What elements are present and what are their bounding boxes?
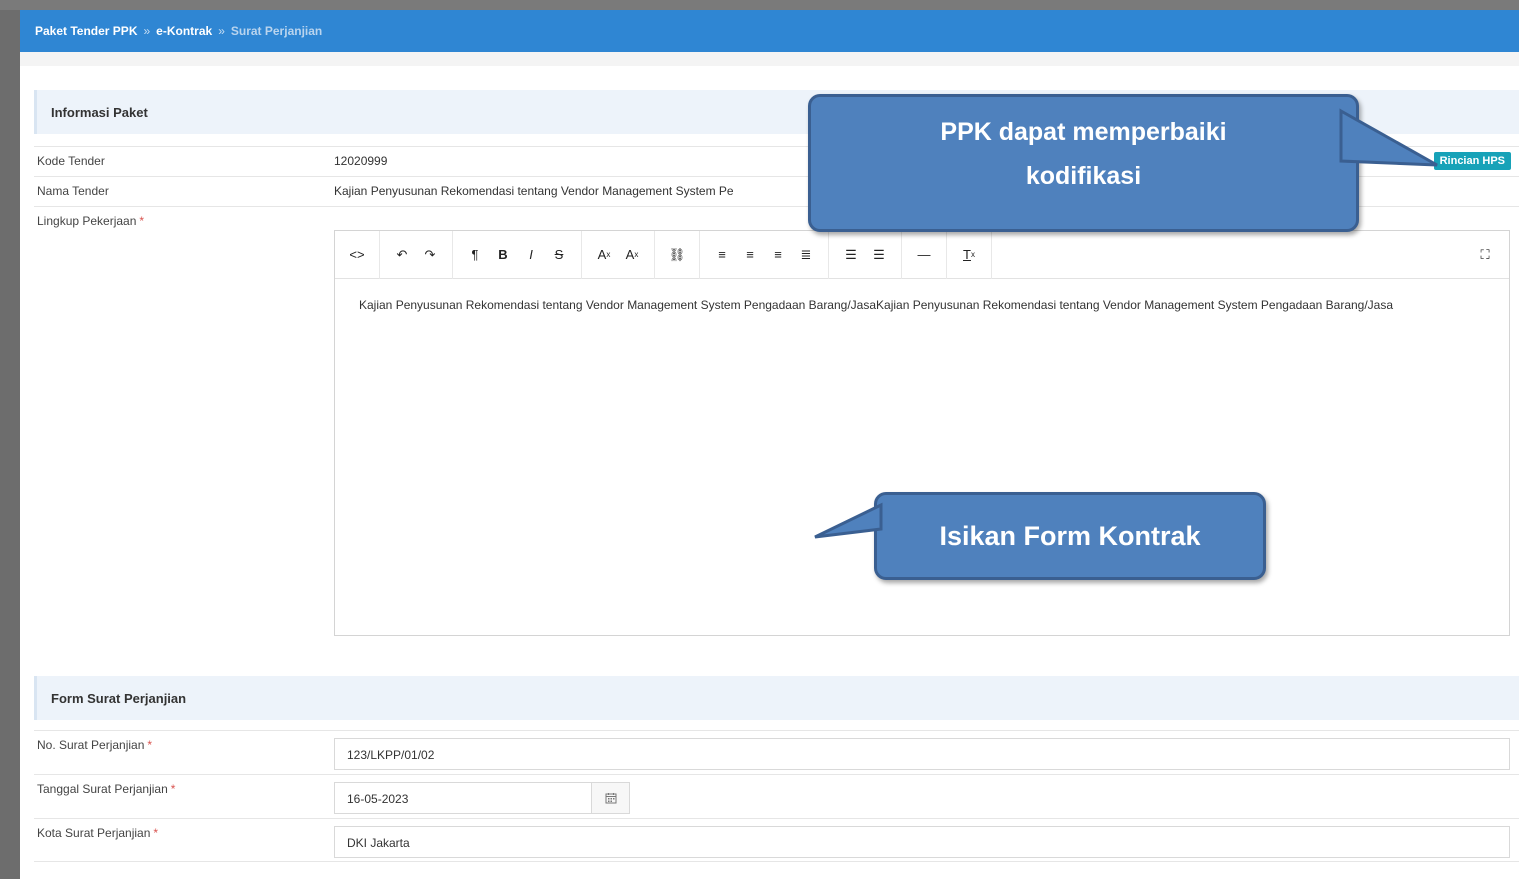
- no-surat-label-text: No. Surat Perjanjian: [37, 738, 145, 752]
- undo-icon[interactable]: ↶: [388, 241, 416, 269]
- no-surat-label: No. Surat Perjanjian *: [37, 738, 152, 752]
- window-top-edge: [0, 0, 1519, 10]
- toolbar-group-script: Ax Ax: [582, 230, 655, 279]
- tanggal-surat-input[interactable]: 16-05-2023: [334, 782, 592, 814]
- lingkup-pekerjaan-label: Lingkup Pekerjaan *: [37, 214, 144, 228]
- clear-format-icon[interactable]: Tx: [955, 241, 983, 269]
- ordered-list-icon[interactable]: ☰: [865, 241, 893, 269]
- breadcrumb-item-paket-tender[interactable]: Paket Tender PPK: [35, 24, 137, 38]
- calendar-icon: [605, 793, 616, 804]
- breadcrumb-separator: »: [143, 24, 151, 38]
- header-spacer: [20, 52, 1519, 66]
- kota-surat-label-text: Kota Surat Perjanjian: [37, 826, 151, 840]
- paragraph-icon[interactable]: ¶: [461, 241, 489, 269]
- callout-text-line1: PPK dapat memperbaiki: [940, 118, 1227, 146]
- horizontal-rule-icon[interactable]: —: [910, 241, 938, 269]
- callout-text: Isikan Form Kontrak: [939, 521, 1201, 551]
- superscript-icon[interactable]: Ax: [590, 241, 618, 269]
- required-mark: *: [139, 214, 145, 228]
- required-mark: *: [170, 782, 176, 796]
- callout-text-line2: kodifikasi: [1025, 162, 1142, 190]
- align-center-icon[interactable]: ≡: [736, 241, 764, 269]
- callout-isikan-form: Isikan Form Kontrak: [814, 492, 1266, 580]
- section-form-surat-perjanjian: Form Surat Perjanjian: [34, 676, 1519, 720]
- align-left-icon[interactable]: ≡: [708, 241, 736, 269]
- toolbar-group-clear: Tx: [947, 230, 992, 279]
- redo-icon[interactable]: ↷: [416, 241, 444, 269]
- toolbar-group-hr: —: [902, 230, 947, 279]
- nama-tender-value: Kajian Penyusunan Rekomendasi tentang Ve…: [334, 184, 734, 198]
- toolbar-group-align: ≡ ≡ ≡ ≣: [700, 230, 829, 279]
- kode-tender-label: Kode Tender: [37, 154, 105, 168]
- calendar-button[interactable]: [592, 782, 630, 814]
- section-title: Form Surat Perjanjian: [51, 690, 187, 706]
- toolbar-group-history: ↶ ↷: [380, 230, 453, 279]
- bold-icon[interactable]: B: [489, 241, 517, 269]
- callout-pointer: [814, 502, 883, 539]
- align-right-icon[interactable]: ≡: [764, 241, 792, 269]
- kota-surat-label: Kota Surat Perjanjian *: [37, 826, 158, 840]
- unordered-list-icon[interactable]: ☰: [837, 241, 865, 269]
- html-code-icon[interactable]: <>: [343, 241, 371, 269]
- link-icon[interactable]: ⛓: [663, 241, 691, 269]
- toolbar-group-html: <>: [335, 230, 380, 279]
- nama-tender-label: Nama Tender: [37, 184, 109, 198]
- fullscreen-icon[interactable]: ⛶: [1471, 241, 1499, 269]
- toolbar-group-link: ⛓: [655, 230, 700, 279]
- no-surat-input[interactable]: 123/LKPP/01/02: [334, 738, 1510, 770]
- strikethrough-icon[interactable]: S: [545, 241, 573, 269]
- breadcrumb: Paket Tender PPK » e-Kontrak » Surat Per…: [20, 10, 1519, 52]
- breadcrumb-item-e-kontrak[interactable]: e-Kontrak: [156, 24, 212, 38]
- row-tanggal-surat: Tanggal Surat Perjanjian *: [34, 774, 1519, 818]
- lingkup-label-text: Lingkup Pekerjaan: [37, 214, 137, 228]
- tanggal-surat-label-text: Tanggal Surat Perjanjian: [37, 782, 168, 796]
- italic-icon[interactable]: I: [517, 241, 545, 269]
- callout-pointer: [1339, 108, 1438, 167]
- editor-toolbar: <> ↶ ↷ ¶ B I S Ax Ax ⛓ ≡ ≡ ≡ ≣ ☰ ☰ — T x…: [335, 230, 1509, 279]
- callout-ppk-kodifikasi: PPK dapat memperbaiki kodifikasi: [808, 94, 1438, 232]
- breadcrumb-current: Surat Perjanjian: [230, 24, 323, 38]
- toolbar-group-format: ¶ B I S: [453, 230, 582, 279]
- breadcrumb-separator: »: [218, 24, 225, 38]
- toolbar-group-lists: ☰ ☰: [829, 230, 902, 279]
- kode-tender-value: 12020999: [334, 154, 388, 168]
- tanggal-surat-label: Tanggal Surat Perjanjian *: [37, 782, 175, 796]
- subscript-icon[interactable]: Ax: [618, 241, 646, 269]
- kota-surat-input[interactable]: DKI Jakarta: [334, 826, 1510, 858]
- rincian-hps-button[interactable]: Rincian HPS: [1433, 152, 1511, 170]
- align-justify-icon[interactable]: ≣: [792, 241, 820, 269]
- editor-content[interactable]: Kajian Penyusunan Rekomendasi tentang Ve…: [359, 295, 1469, 315]
- required-mark: *: [153, 826, 159, 840]
- window-left-edge: [0, 0, 20, 879]
- required-mark: *: [147, 738, 153, 752]
- section-title: Informasi Paket: [51, 104, 148, 120]
